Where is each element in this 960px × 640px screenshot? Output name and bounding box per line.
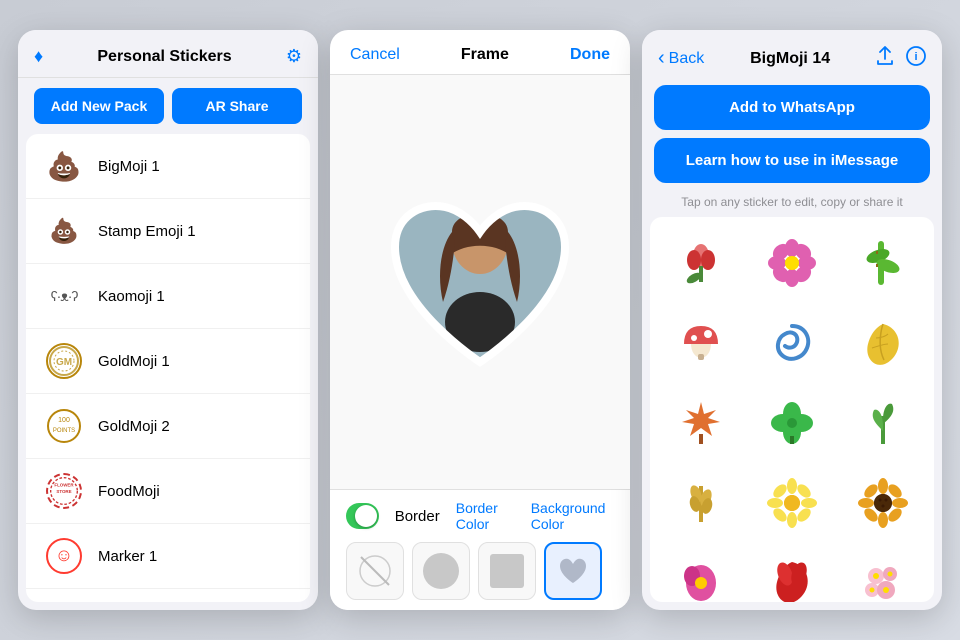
screens-container: ♦ Personal Stickers ⚙ Add New Pack AR Sh…	[0, 10, 960, 630]
stamp-emoji-icon: 💩	[42, 209, 86, 253]
svg-text:100: 100	[58, 417, 70, 424]
heart-frame-svg	[365, 167, 595, 397]
border-row: Border Border Color Background Color	[346, 500, 614, 532]
heart-shape	[555, 553, 591, 589]
sticker-name: Kaomoji 1	[98, 288, 165, 305]
diamond-icon: ♦	[34, 46, 43, 67]
goldmoji1-icon: GM	[42, 339, 86, 383]
info-icon[interactable]: i	[906, 46, 926, 71]
sticker-name: Stamp Emoji 1	[98, 223, 196, 240]
shape-heart-button[interactable]	[544, 542, 602, 600]
list-item[interactable]: GM GoldMoji 1	[26, 329, 310, 394]
circle-shape	[423, 553, 459, 589]
marker2-icon	[42, 599, 86, 602]
sticker-name: BigMoji 1	[98, 158, 160, 175]
shape-square-button[interactable]	[478, 542, 536, 600]
sticker-cell[interactable]	[658, 465, 745, 541]
sticker-name: GoldMoji 2	[98, 418, 170, 435]
left-buttons: Add New Pack AR Share	[18, 78, 318, 134]
list-item[interactable]: 💩 Stamp Emoji 1	[26, 199, 310, 264]
list-item[interactable]: ʕ·ᴥ·ʔ Kaomoji 1	[26, 264, 310, 329]
back-button[interactable]: ‹ Back	[658, 47, 704, 70]
sticker-cell[interactable]	[658, 225, 745, 301]
left-header: ♦ Personal Stickers ⚙	[18, 30, 318, 78]
sticker-cell[interactable]	[839, 385, 926, 461]
sticker-list: 💩 BigMoji 1 💩 Stamp Emoji 1 ʕ·ᴥ·ʔ Kaomoj…	[26, 134, 310, 602]
tap-hint: Tap on any sticker to edit, copy or shar…	[642, 191, 942, 217]
left-header-title: Personal Stickers	[43, 48, 286, 66]
left-screen: ♦ Personal Stickers ⚙ Add New Pack AR Sh…	[18, 30, 318, 610]
right-header: ‹ Back BigMoji 14 i	[642, 30, 942, 81]
list-item[interactable]: Marker 2	[26, 589, 310, 602]
back-chevron-icon: ‹	[658, 47, 665, 70]
gear-icon[interactable]: ⚙	[286, 46, 302, 67]
list-item[interactable]: 💩 BigMoji 1	[26, 134, 310, 199]
sticker-cell[interactable]	[658, 385, 745, 461]
frame-title: Frame	[461, 46, 509, 64]
mid-screen: Cancel Frame Done	[330, 30, 630, 610]
add-to-whatsapp-button[interactable]: Add to WhatsApp	[654, 85, 930, 130]
sticker-cell[interactable]	[839, 305, 926, 381]
shape-row	[346, 542, 614, 600]
sticker-cell[interactable]	[749, 385, 836, 461]
sticker-cell[interactable]	[839, 465, 926, 541]
mid-controls: Border Border Color Background Color	[330, 489, 630, 610]
border-color-link[interactable]: Border Color	[456, 500, 515, 532]
bg-color-link[interactable]: Background Color	[531, 500, 614, 532]
foodmoji-icon: FLOWER STORE	[42, 469, 86, 513]
done-button[interactable]: Done	[570, 46, 610, 64]
bigmoji1-icon: 💩	[42, 144, 86, 188]
sticker-name: GoldMoji 1	[98, 353, 170, 370]
shape-circle-button[interactable]	[412, 542, 470, 600]
share-icon[interactable]	[876, 46, 894, 71]
svg-text:FLOWER: FLOWER	[54, 483, 74, 488]
list-item[interactable]: FLOWER STORE FoodMoji	[26, 459, 310, 524]
right-header-title: BigMoji 14	[750, 50, 830, 68]
sticker-cell[interactable]	[749, 305, 836, 381]
svg-text:☺: ☺	[55, 545, 73, 565]
svg-text:i: i	[914, 51, 917, 63]
sticker-cell[interactable]	[839, 545, 926, 602]
list-item[interactable]: 100 POINTS GoldMoji 2	[26, 394, 310, 459]
goldmoji2-icon: 100 POINTS	[42, 404, 86, 448]
shape-none-button[interactable]	[346, 542, 404, 600]
mid-content	[330, 75, 630, 489]
mid-header: Cancel Frame Done	[330, 30, 630, 75]
sticker-cell[interactable]	[839, 225, 926, 301]
sticker-grid	[650, 217, 934, 602]
svg-text:GM: GM	[56, 357, 72, 368]
ar-share-button[interactable]: AR Share	[172, 88, 302, 124]
sticker-cell[interactable]	[749, 545, 836, 602]
sticker-cell[interactable]	[658, 545, 745, 602]
right-screen: ‹ Back BigMoji 14 i Add to Wha	[642, 30, 942, 610]
back-label: Back	[669, 50, 705, 68]
sticker-cell[interactable]	[749, 465, 836, 541]
svg-text:STORE: STORE	[56, 489, 71, 494]
border-label: Border	[395, 508, 440, 525]
right-header-icons: i	[876, 46, 926, 71]
sticker-name: FoodMoji	[98, 483, 160, 500]
add-new-pack-button[interactable]: Add New Pack	[34, 88, 164, 124]
square-shape	[490, 554, 524, 588]
list-item[interactable]: ☺ Marker 1	[26, 524, 310, 589]
marker1-icon: ☺	[42, 534, 86, 578]
border-toggle[interactable]	[346, 503, 379, 529]
right-action-buttons: Add to WhatsApp Learn how to use in iMes…	[642, 81, 942, 191]
cancel-button[interactable]: Cancel	[350, 46, 400, 64]
learn-imessage-button[interactable]: Learn how to use in iMessage	[654, 138, 930, 183]
sticker-cell[interactable]	[749, 225, 836, 301]
svg-text:POINTS: POINTS	[53, 428, 75, 434]
sticker-cell[interactable]	[658, 305, 745, 381]
kaomoji-icon: ʕ·ᴥ·ʔ	[42, 274, 86, 318]
sticker-name: Marker 1	[98, 548, 157, 565]
